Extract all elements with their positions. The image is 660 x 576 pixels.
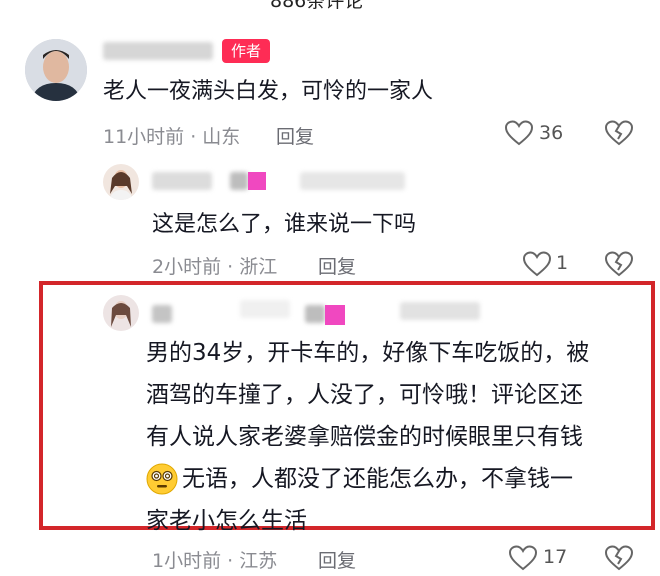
comment-text-line: 有人说人家老婆拿赔偿金的时候眼里只有钱 (146, 424, 583, 450)
comment-text-line: 男的34岁，开卡车的，好像下车吃饭的，被 (146, 340, 590, 366)
comments-count-title: 886条评论 (270, 0, 364, 12)
comment-time-location: 11小时前 · 山东 (103, 126, 241, 148)
comment-time-location: 1小时前 · 江苏 (152, 550, 278, 572)
broken-heart-icon[interactable] (605, 545, 633, 571)
user-tag-blurred (305, 305, 325, 323)
heart-icon[interactable] (523, 251, 551, 277)
user-tag-blurred (240, 300, 290, 318)
author-badge: 作者 (222, 39, 270, 63)
dizzy-face-emoji (146, 463, 178, 499)
comment-text: 这是怎么了，谁来说一下吗 (152, 212, 417, 237)
avatar-author[interactable] (25, 39, 87, 101)
avatar-user[interactable] (103, 164, 139, 200)
username-blurred[interactable] (103, 42, 213, 60)
user-tag-blurred (230, 172, 248, 190)
heart-icon[interactable] (509, 545, 537, 571)
comment-text-line: 无语，人都没了还能怎么办，不拿钱一 (182, 466, 573, 492)
like-count: 17 (543, 546, 568, 568)
user-tag-blurred (300, 172, 405, 190)
comment-text: 老人一夜满头白发，可怜的一家人 (103, 79, 434, 104)
reply-button[interactable]: 回复 (318, 252, 356, 279)
reply-button[interactable]: 回复 (276, 122, 314, 149)
broken-heart-icon[interactable] (605, 120, 633, 146)
user-tag-pink (325, 305, 345, 325)
username-blurred[interactable] (152, 305, 172, 323)
like-count: 36 (539, 122, 564, 144)
comment-text-line: 酒驾的车撞了，人没了，可怜哦！评论区还 (146, 382, 583, 408)
like-count: 1 (556, 252, 569, 274)
user-tag-blurred (400, 302, 480, 320)
broken-heart-icon[interactable] (605, 251, 633, 277)
username-blurred[interactable] (152, 172, 212, 190)
comment-text-line: 家老小怎么生活 (146, 508, 307, 534)
avatar-user[interactable] (103, 295, 139, 331)
reply-button[interactable]: 回复 (318, 546, 356, 573)
comment-time-location: 2小时前 · 浙江 (152, 256, 278, 278)
heart-icon[interactable] (505, 120, 533, 146)
user-tag-pink (248, 172, 266, 190)
